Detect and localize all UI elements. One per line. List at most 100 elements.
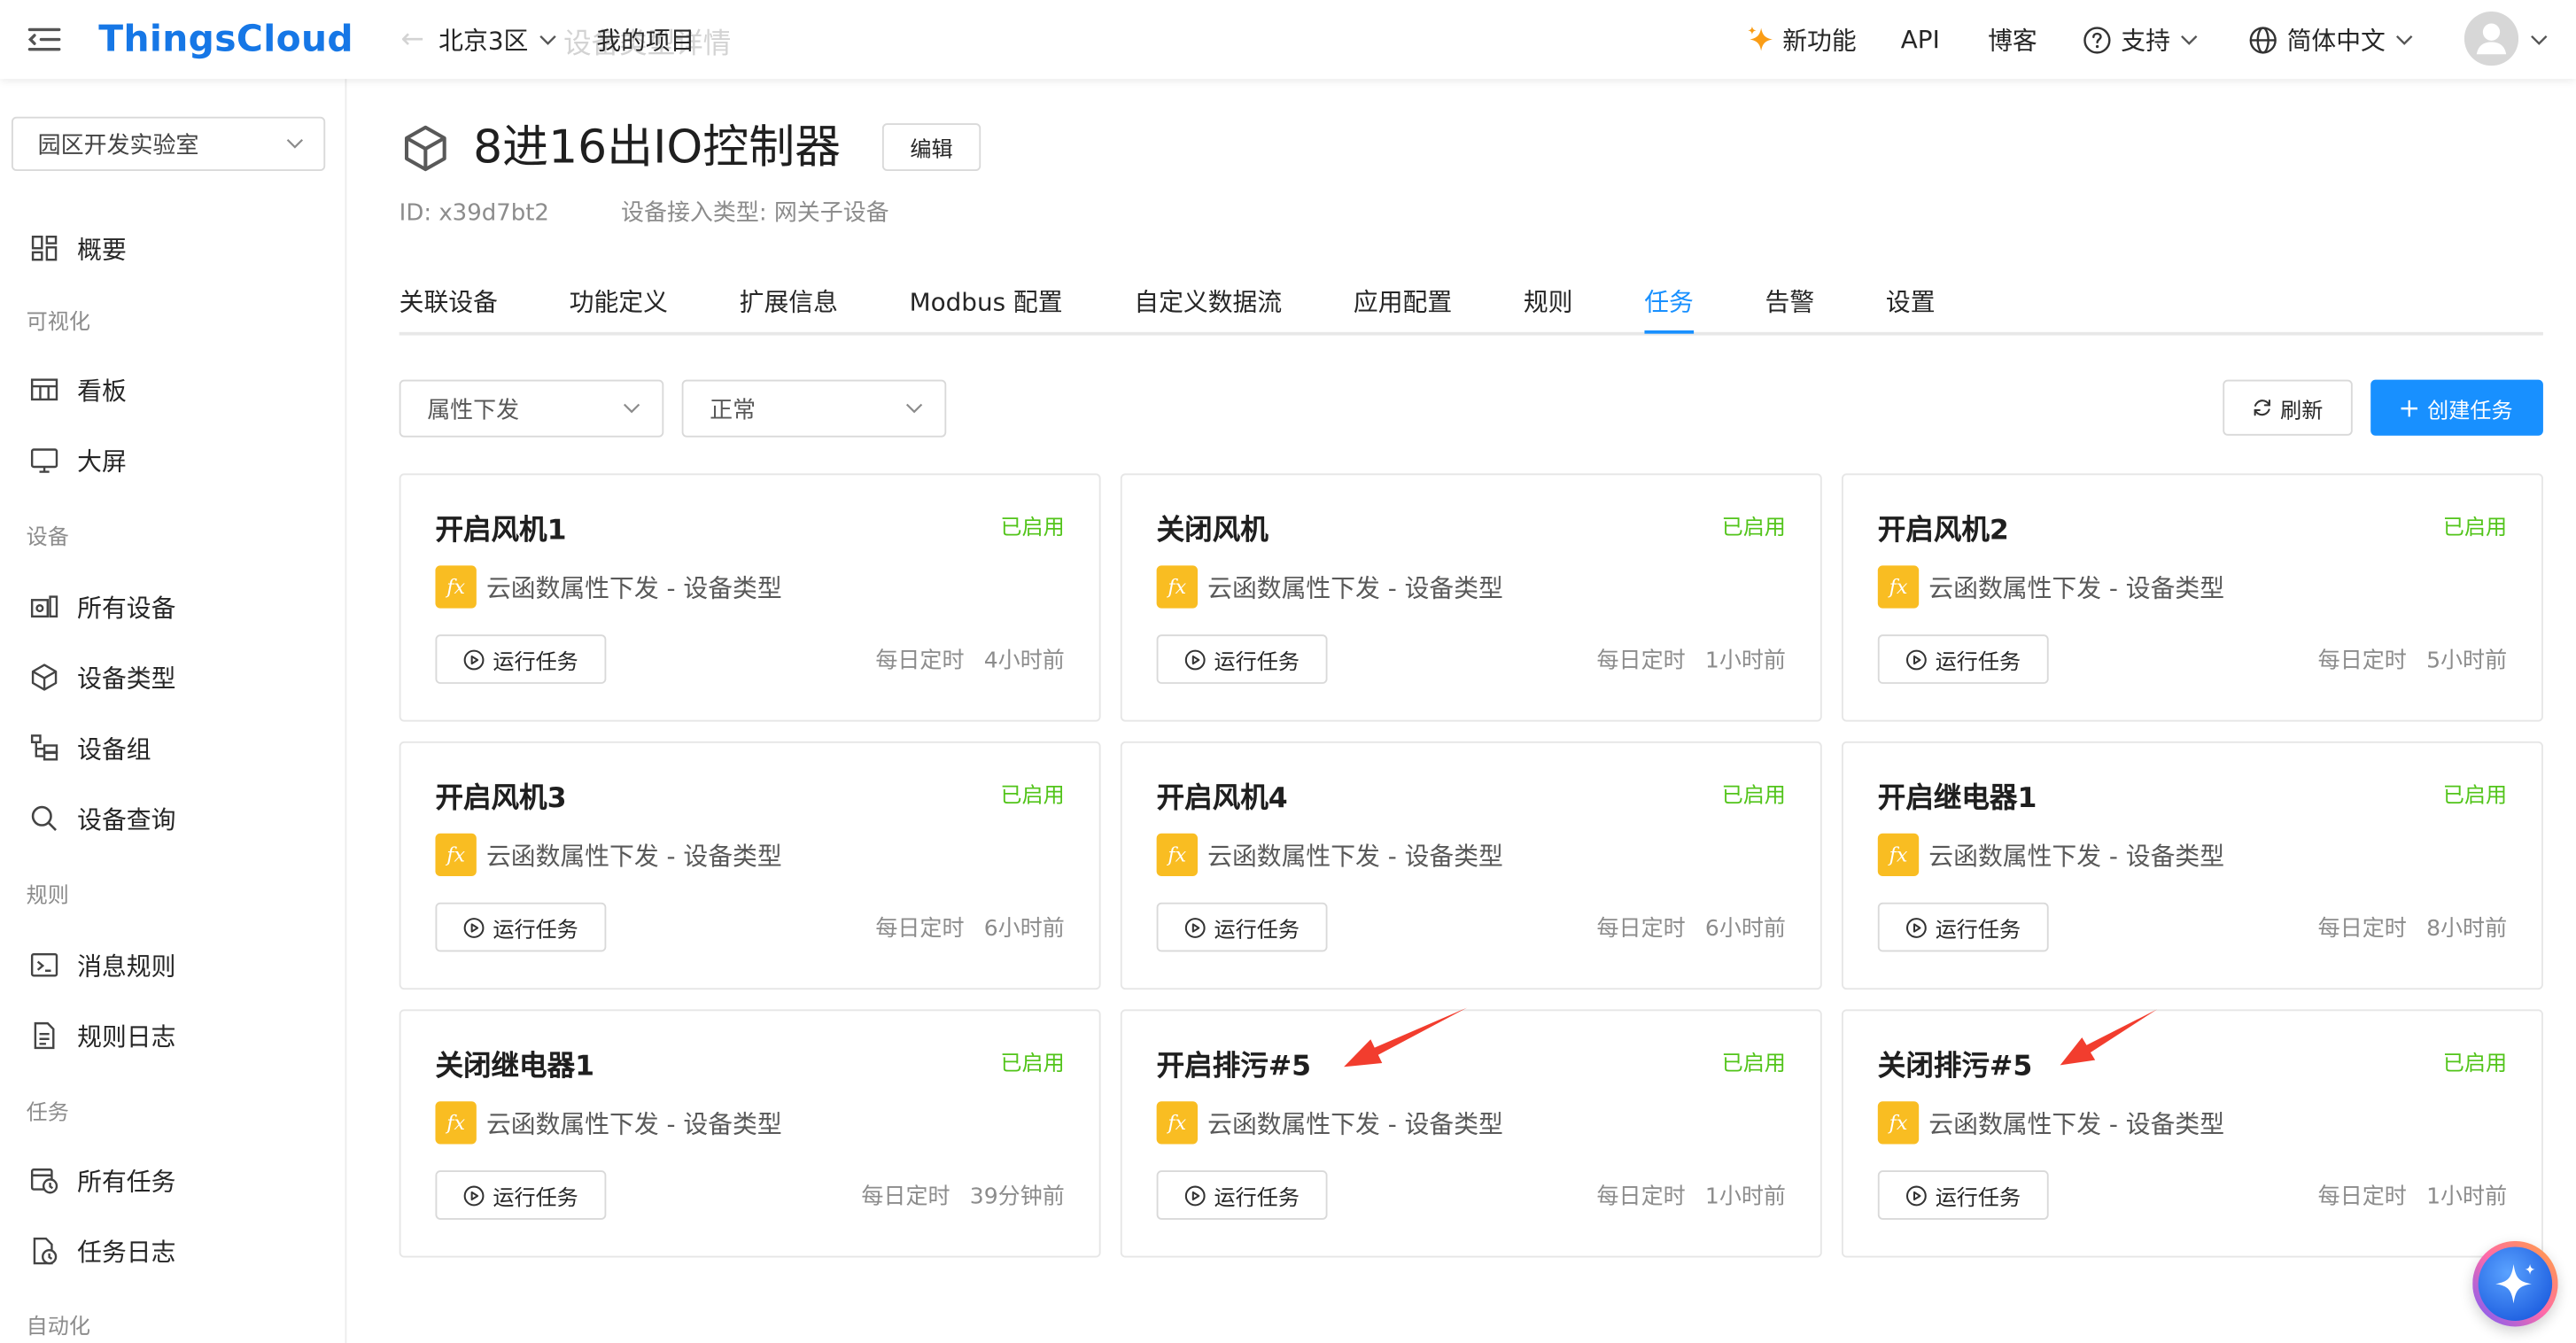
- language-label: 简体中文: [2286, 25, 2386, 56]
- run-task-button[interactable]: 运行任务: [435, 1170, 607, 1220]
- sidebar-item-device-groups[interactable]: 设备组: [0, 723, 344, 772]
- workspace-label: 园区开发实验室: [37, 132, 199, 159]
- run-task-label: 运行任务: [1214, 1185, 1300, 1211]
- tab-alarms[interactable]: 告警: [1765, 279, 1815, 333]
- grid-icon: [29, 233, 58, 262]
- sidebar-item-message-rules[interactable]: 消息规则: [0, 940, 344, 990]
- task-status-filter[interactable]: 正常: [681, 379, 947, 438]
- last-run-time: 6小时前: [983, 915, 1065, 943]
- region-label: 北京3区: [438, 25, 529, 56]
- tab-functions[interactable]: 功能定义: [570, 279, 668, 333]
- api-link[interactable]: API: [1901, 0, 1940, 79]
- run-task-label: 运行任务: [1214, 649, 1300, 675]
- function-icon: fx: [435, 1101, 477, 1145]
- run-task-label: 运行任务: [1214, 918, 1300, 943]
- task-schedule: 每日定时 8小时前: [2318, 912, 2507, 945]
- sidebar-item-big-screen[interactable]: 大屏: [0, 436, 344, 485]
- task-card[interactable]: 开启风机3 已启用 fx 云函数属性下发 - 设备类型 运行任务 每日定时 6小时前: [399, 741, 1101, 990]
- refresh-button[interactable]: 刷新: [2223, 379, 2353, 436]
- run-task-button[interactable]: 运行任务: [1877, 634, 2049, 684]
- menu-fold-icon[interactable]: [27, 0, 61, 79]
- region-selector[interactable]: 北京3区: [438, 0, 556, 79]
- run-task-button[interactable]: 运行任务: [1156, 634, 1328, 684]
- sidebar-item-rule-logs[interactable]: 规则日志: [0, 1011, 344, 1060]
- run-task-button[interactable]: 运行任务: [1877, 902, 2049, 952]
- sidebar-section-automation: 自动化: [26, 1315, 91, 1340]
- status-badge: 已启用: [1721, 784, 1786, 809]
- tab-linked-devices[interactable]: 关联设备: [400, 279, 498, 333]
- task-card[interactable]: 关闭风机 已启用 fx 云函数属性下发 - 设备类型 运行任务 每日定时 1小时前: [1120, 473, 1822, 722]
- logo[interactable]: ThingsCloud: [98, 0, 353, 79]
- function-icon: fx: [1156, 833, 1199, 877]
- edit-button[interactable]: 编辑: [881, 123, 982, 171]
- task-card[interactable]: 开启风机4 已启用 fx 云函数属性下发 - 设备类型 运行任务 每日定时 6小时前: [1120, 741, 1822, 990]
- tab-rules[interactable]: 规则: [1524, 279, 1573, 333]
- task-card[interactable]: 开启风机1 已启用 fx 云函数属性下发 - 设备类型 运行任务 每日定时 4小时前: [399, 473, 1101, 722]
- function-icon: fx: [1156, 1101, 1199, 1145]
- chevron-down-icon[interactable]: [2530, 0, 2548, 79]
- trigger-type-label: 云函数属性下发 - 设备类型: [485, 573, 782, 604]
- function-icon: fx: [1156, 565, 1199, 609]
- task-title[interactable]: 开启风机2: [1878, 511, 2009, 551]
- sidebar-item-all-tasks[interactable]: 所有任务: [0, 1155, 344, 1205]
- task-title[interactable]: 开启继电器1: [1878, 780, 2037, 819]
- user-avatar-icon[interactable]: [2463, 11, 2519, 66]
- tab-extended-info[interactable]: 扩展信息: [740, 279, 838, 333]
- sidebar-item-device-query[interactable]: 设备查询: [0, 794, 344, 843]
- trigger-type-label: 云函数属性下发 - 设备类型: [1207, 1109, 1503, 1139]
- tab-modbus-config[interactable]: Modbus 配置: [910, 279, 1063, 333]
- globe-icon: [2249, 26, 2277, 54]
- task-card[interactable]: 开启排污#5 已启用 fx 云函数属性下发 - 设备类型 运行任务 每日定时 1小时前: [1120, 1009, 1822, 1258]
- task-title[interactable]: 关闭排污#5: [1878, 1047, 2032, 1087]
- sidebar-item-label: 设备组: [77, 734, 151, 764]
- function-icon: fx: [1877, 1101, 1920, 1145]
- new-features-label: 新功能: [1782, 25, 1857, 56]
- last-run-time: 4小时前: [983, 648, 1065, 674]
- task-card[interactable]: 开启风机2 已启用 fx 云函数属性下发 - 设备类型 运行任务 每日定时 5小时前: [1842, 473, 2543, 722]
- sidebar-item-label: 所有任务: [77, 1166, 176, 1196]
- task-title[interactable]: 开启排污#5: [1157, 1047, 1311, 1087]
- task-type-filter[interactable]: 属性下发: [399, 379, 664, 438]
- sidebar-item-device-types[interactable]: 设备类型: [0, 653, 344, 703]
- run-task-button[interactable]: 运行任务: [435, 902, 607, 952]
- create-task-button[interactable]: 创建任务: [2370, 379, 2543, 436]
- function-icon: fx: [1877, 833, 1920, 877]
- blog-link[interactable]: 博客: [1988, 0, 2037, 79]
- sidebar-item-overview[interactable]: 概要: [0, 223, 344, 273]
- run-task-button[interactable]: 运行任务: [1156, 902, 1328, 952]
- task-card[interactable]: 开启继电器1 已启用 fx 云函数属性下发 - 设备类型 运行任务 每日定时 8小时前: [1842, 741, 2543, 990]
- task-title[interactable]: 关闭风机: [1157, 511, 1269, 551]
- chevron-down-icon: [623, 403, 640, 415]
- refresh-icon: [2253, 398, 2281, 417]
- support-label: 支持: [2121, 25, 2170, 56]
- status-badge: 已启用: [1000, 516, 1065, 541]
- workspace-selector[interactable]: 园区开发实验室: [11, 116, 326, 171]
- new-features-link[interactable]: 新功能: [1746, 0, 1857, 79]
- task-title[interactable]: 开启风机1: [435, 511, 566, 551]
- chevron-down-icon: [2395, 34, 2413, 45]
- sidebar-item-label: 消息规则: [77, 951, 176, 981]
- sidebar-item-task-logs[interactable]: 任务日志: [0, 1226, 344, 1276]
- language-selector[interactable]: 简体中文: [2249, 0, 2413, 79]
- play-circle-icon: [1905, 916, 1927, 937]
- run-task-button[interactable]: 运行任务: [435, 634, 607, 684]
- cube-icon: [401, 123, 451, 173]
- sidebar-item-label: 看板: [77, 376, 127, 406]
- tab-tasks[interactable]: 任务: [1644, 279, 1694, 334]
- status-badge: 已启用: [2442, 1052, 2508, 1077]
- ai-assistant-button[interactable]: [2472, 1240, 2558, 1327]
- my-projects-link[interactable]: 我的项目: [596, 0, 694, 79]
- run-task-button[interactable]: 运行任务: [1877, 1170, 2049, 1220]
- tab-custom-dataflow[interactable]: 自定义数据流: [1134, 279, 1282, 333]
- task-card[interactable]: 关闭排污#5 已启用 fx 云函数属性下发 - 设备类型 运行任务 每日定时 1小时前: [1842, 1009, 2543, 1258]
- sidebar-item-dashboard[interactable]: 看板: [0, 365, 344, 415]
- tab-settings[interactable]: 设置: [1886, 279, 1936, 333]
- task-card[interactable]: 关闭继电器1 已启用 fx 云函数属性下发 - 设备类型 运行任务 每日定时 39分钟前: [399, 1009, 1101, 1258]
- support-menu[interactable]: 支持: [2083, 0, 2199, 79]
- sidebar-item-all-devices[interactable]: 所有设备: [0, 582, 344, 632]
- tab-app-config[interactable]: 应用配置: [1354, 279, 1452, 333]
- run-task-button[interactable]: 运行任务: [1156, 1170, 1328, 1220]
- task-title[interactable]: 关闭继电器1: [435, 1047, 594, 1087]
- task-title[interactable]: 开启风机3: [435, 780, 566, 819]
- task-title[interactable]: 开启风机4: [1157, 780, 1288, 819]
